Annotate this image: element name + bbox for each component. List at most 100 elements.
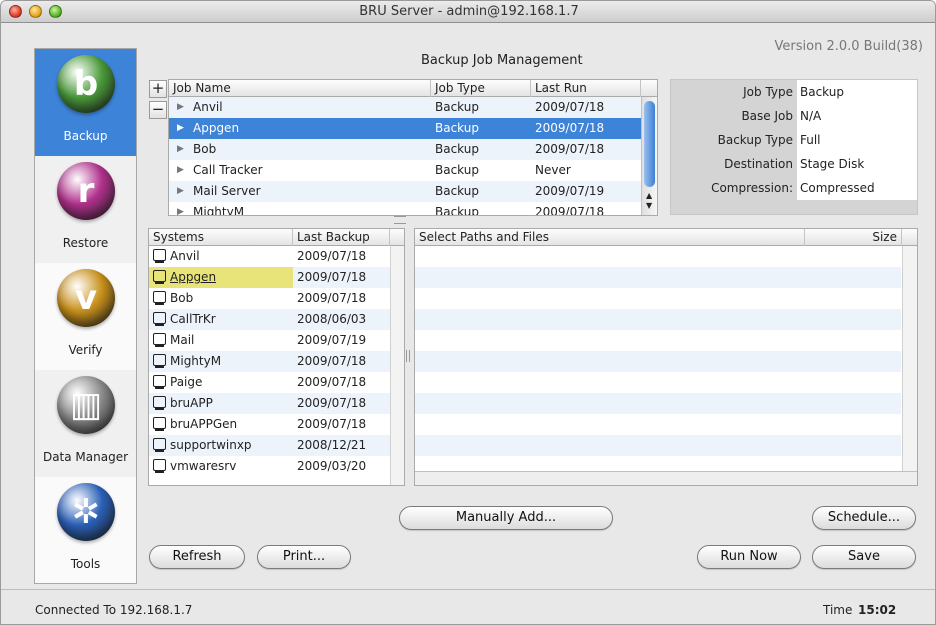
table-row[interactable]: ▶ Bob Backup 2009/07/18 — [169, 139, 641, 160]
table-row[interactable]: ▶ Call Tracker Backup Never — [169, 160, 641, 181]
remove-job-button[interactable]: − — [149, 101, 167, 119]
last-backup-column-header[interactable]: Last Backup — [293, 229, 390, 246]
splitter-handle[interactable] — [394, 216, 406, 224]
job-last-run: 2009/07/18 — [535, 205, 605, 216]
table-row[interactable]: ▶ Mail Server Backup 2009/07/19 — [169, 181, 641, 202]
size-column-header[interactable]: Size — [805, 229, 902, 246]
refresh-button[interactable]: Refresh — [149, 545, 245, 569]
property-value: Compressed — [797, 176, 917, 200]
table-row[interactable] — [415, 330, 901, 351]
print-button[interactable]: Print... — [257, 545, 351, 569]
system-cell: Appgen — [149, 267, 293, 288]
system-name[interactable]: bruAPPGen — [170, 417, 237, 431]
last-run-column-header[interactable]: Last Run — [531, 80, 641, 97]
table-row[interactable]: ▶ MightyM Backup 2009/07/18 — [169, 202, 641, 216]
expand-arrow-icon[interactable]: ▶ — [177, 181, 184, 202]
expand-arrow-icon[interactable]: ▶ — [177, 160, 184, 181]
system-name[interactable]: Mail — [170, 333, 194, 347]
system-name[interactable]: Anvil — [170, 249, 200, 263]
zoom-window-button[interactable] — [49, 5, 62, 18]
paths-horizontal-scrollbar[interactable] — [415, 471, 917, 485]
manually-add-button[interactable]: Manually Add... — [399, 506, 613, 530]
run-now-button[interactable]: Run Now — [697, 545, 801, 569]
system-name[interactable]: MightyM — [170, 354, 221, 368]
table-row[interactable] — [415, 309, 901, 330]
sidebar-item-label: Data Manager — [42, 450, 129, 464]
systems-scrollbar[interactable] — [390, 246, 404, 485]
save-button[interactable]: Save — [812, 545, 916, 569]
expand-arrow-icon[interactable]: ▶ — [177, 97, 184, 118]
sidebar-item-backup[interactable]: b Backup — [35, 49, 136, 156]
system-last-backup: 2009/07/18 — [297, 249, 367, 263]
table-row[interactable]: bruAPP 2009/07/18 — [149, 393, 390, 414]
paths-column-header[interactable]: Select Paths and Files — [415, 229, 805, 246]
table-row[interactable] — [415, 435, 901, 456]
system-name[interactable]: Bob — [170, 291, 193, 305]
property-label: Base Job — [741, 109, 793, 123]
system-last-backup: 2009/03/20 — [297, 459, 367, 473]
expand-arrow-icon[interactable]: ▶ — [177, 139, 184, 160]
paths-vertical-scrollbar[interactable] — [902, 246, 917, 471]
schedule-button[interactable]: Schedule... — [812, 506, 916, 530]
job-last-run: 2009/07/18 — [535, 142, 605, 156]
job-name-column-header[interactable]: Job Name — [169, 80, 431, 97]
sidebar-item-tools[interactable]: ✲ Tools — [35, 477, 136, 584]
table-row[interactable]: supportwinxp 2008/12/21 — [149, 435, 390, 456]
job-type: Backup — [435, 142, 479, 156]
expand-arrow-icon[interactable]: ▶ — [177, 202, 184, 215]
title-bar: BRU Server - admin@192.168.1.7 — [1, 1, 935, 23]
sidebar: b Backup r Restore v Verify ▥ Data Manager ✲ Tool… — [34, 48, 137, 584]
table-row[interactable] — [415, 288, 901, 309]
minimize-window-button[interactable] — [29, 5, 42, 18]
add-job-button[interactable]: + — [149, 80, 167, 98]
system-name[interactable]: supportwinxp — [170, 438, 252, 452]
property-value: Backup — [797, 80, 917, 104]
system-cell: Paige — [149, 372, 293, 393]
status-bar: Connected To 192.168.1.7 Time 15:02 — [1, 589, 935, 624]
sidebar-item-label: Verify — [68, 343, 103, 357]
system-cell: Anvil — [149, 246, 293, 267]
system-name[interactable]: vmwaresrv — [170, 459, 236, 473]
property-label: Compression: — [711, 181, 793, 195]
systems-column-header[interactable]: Systems — [149, 229, 293, 246]
table-row[interactable]: MightyM 2009/07/18 — [149, 351, 390, 372]
sidebar-item-restore[interactable]: r Restore — [35, 156, 136, 263]
expand-arrow-icon[interactable]: ▶ — [177, 118, 184, 139]
table-row[interactable] — [415, 351, 901, 372]
jobs-scrollbar[interactable]: ▲ ▼ — [641, 97, 657, 215]
table-row[interactable] — [415, 246, 901, 267]
system-last-backup: 2009/07/19 — [297, 333, 367, 347]
jobs-scroll-thumb[interactable] — [644, 101, 655, 187]
table-row[interactable]: ▶ Anvil Backup 2009/07/18 — [169, 97, 641, 118]
table-row[interactable] — [415, 414, 901, 435]
table-row[interactable]: Anvil 2009/07/18 — [149, 246, 390, 267]
system-cell: Mail — [149, 330, 293, 351]
scroll-down-icon[interactable]: ▼ — [646, 201, 652, 210]
table-row[interactable]: bruAPPGen 2009/07/18 — [149, 414, 390, 435]
system-name[interactable]: CallTrKr — [170, 312, 216, 326]
table-row[interactable]: Mail 2009/07/19 — [149, 330, 390, 351]
job-last-run: Never — [535, 163, 571, 177]
table-row[interactable]: Appgen 2009/07/18 — [149, 267, 390, 288]
table-row[interactable]: Paige 2009/07/18 — [149, 372, 390, 393]
sidebar-item-verify[interactable]: v Verify — [35, 263, 136, 370]
system-name[interactable]: bruAPP — [170, 396, 213, 410]
job-type-column-header[interactable]: Job Type — [431, 80, 531, 97]
table-row[interactable] — [415, 372, 901, 393]
computer-icon — [153, 438, 166, 452]
system-name[interactable]: Appgen — [170, 270, 216, 284]
splitter-handle[interactable] — [406, 350, 410, 362]
table-row[interactable]: vmwaresrv 2009/03/20 — [149, 456, 390, 477]
job-name: Call Tracker — [193, 163, 263, 177]
scroll-up-icon[interactable]: ▲ — [646, 191, 652, 200]
table-row[interactable] — [415, 267, 901, 288]
system-name[interactable]: Paige — [170, 375, 202, 389]
sidebar-item-data-manager[interactable]: ▥ Data Manager — [35, 370, 136, 477]
close-window-button[interactable] — [9, 5, 22, 18]
table-row[interactable]: CallTrKr 2008/06/03 — [149, 309, 390, 330]
table-row[interactable]: ▶ Appgen Backup 2009/07/18 — [169, 118, 641, 139]
computer-icon — [153, 417, 166, 431]
table-row[interactable]: Bob 2009/07/18 — [149, 288, 390, 309]
job-type: Backup — [435, 100, 479, 114]
table-row[interactable] — [415, 393, 901, 414]
